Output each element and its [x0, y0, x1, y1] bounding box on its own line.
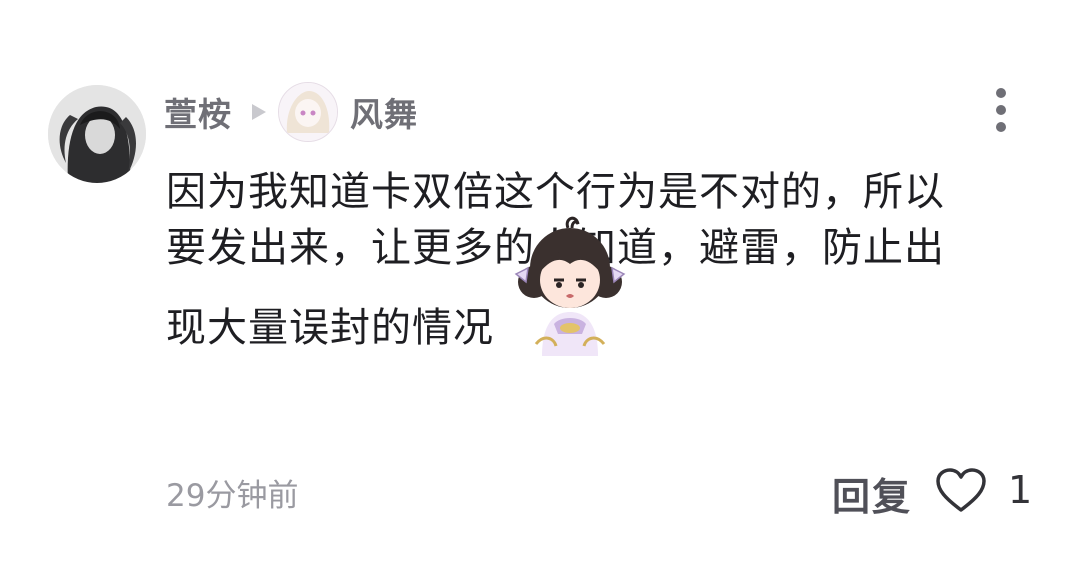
- comment-line-1: 因为我知道卡双倍这个行为是不对的，所以: [166, 169, 945, 215]
- comment-timestamp: 29分钟前: [166, 478, 299, 514]
- cartoon-girl-sticker: [514, 216, 626, 356]
- comment-line-3: 现大量误封的情况: [166, 305, 494, 351]
- more-vertical-icon[interactable]: [986, 88, 1016, 134]
- play-arrow-icon: [250, 102, 270, 122]
- heart-outline-icon[interactable]: [935, 468, 987, 514]
- reply-button[interactable]: 回复: [832, 466, 912, 521]
- reply-target-avatar[interactable]: [278, 82, 338, 142]
- like-count: 1: [1008, 468, 1033, 512]
- username[interactable]: 萱桉: [164, 88, 232, 136]
- comment-line-3-wrapper: 现大量误封的情况: [166, 216, 1046, 356]
- comment-header: 萱桉 风舞: [164, 82, 418, 142]
- comment-body: 因为我知道卡双倍这个行为是不对的，所以 要发出来，让更多的人知道，避雷，防止出 …: [166, 164, 1046, 356]
- reply-to-username[interactable]: 风舞: [350, 88, 418, 136]
- user-avatar[interactable]: [48, 85, 146, 183]
